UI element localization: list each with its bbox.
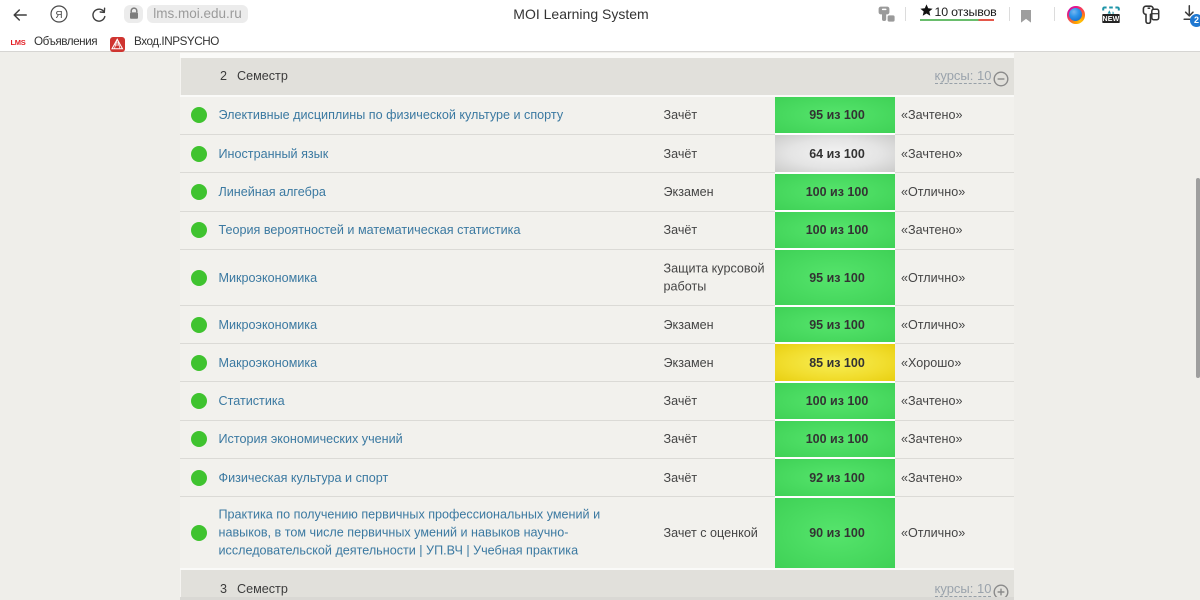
svg-text:Я: Я (55, 10, 62, 21)
svg-text:NEW: NEW (1103, 16, 1120, 23)
